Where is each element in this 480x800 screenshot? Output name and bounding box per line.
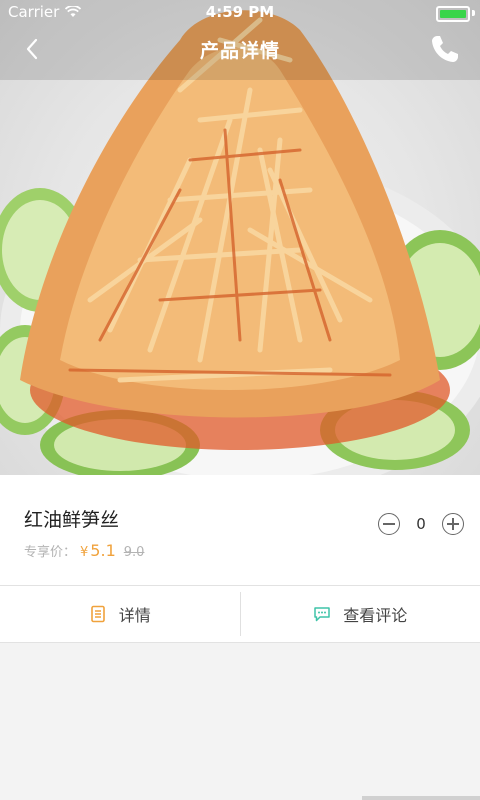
quantity-value: 0: [416, 515, 426, 533]
battery-tip: [472, 10, 475, 16]
price-row: 专享价： ¥ 5.1 9.0: [24, 541, 144, 560]
battery-level: [440, 10, 466, 18]
tab-details[interactable]: 详情: [0, 586, 240, 642]
original-price: 9.0: [123, 545, 145, 560]
tab-details-label: 详情: [118, 606, 151, 625]
detail-tabs: 详情 查看评论: [0, 585, 480, 643]
currency-symbol: ¥: [80, 545, 89, 560]
product-info: 红油鲜笋丝 专享价： ¥ 5.1 9.0 0: [0, 475, 480, 585]
battery-icon: [436, 6, 470, 22]
page-title: 产品详情: [199, 40, 280, 62]
price-label: 专享价：: [24, 545, 77, 560]
nav-bar: 产品详情: [0, 26, 480, 72]
quantity-stepper: 0: [378, 513, 464, 535]
scroll-indicator: [362, 796, 480, 800]
chat-bubble-icon: [314, 607, 330, 622]
status-bar: Carrier 4:59 PM: [0, 0, 480, 26]
tab-comments-label: 查看评论: [343, 606, 408, 625]
document-icon: [90, 605, 105, 623]
decrease-quantity-button[interactable]: [378, 513, 400, 535]
phone-icon[interactable]: [428, 32, 462, 66]
tab-comments[interactable]: 查看评论: [241, 586, 480, 642]
status-time: 4:59 PM: [205, 3, 275, 21]
current-price: 5.1: [90, 541, 116, 560]
product-name: 红油鲜笋丝: [24, 509, 120, 531]
increase-quantity-button[interactable]: [442, 513, 464, 535]
